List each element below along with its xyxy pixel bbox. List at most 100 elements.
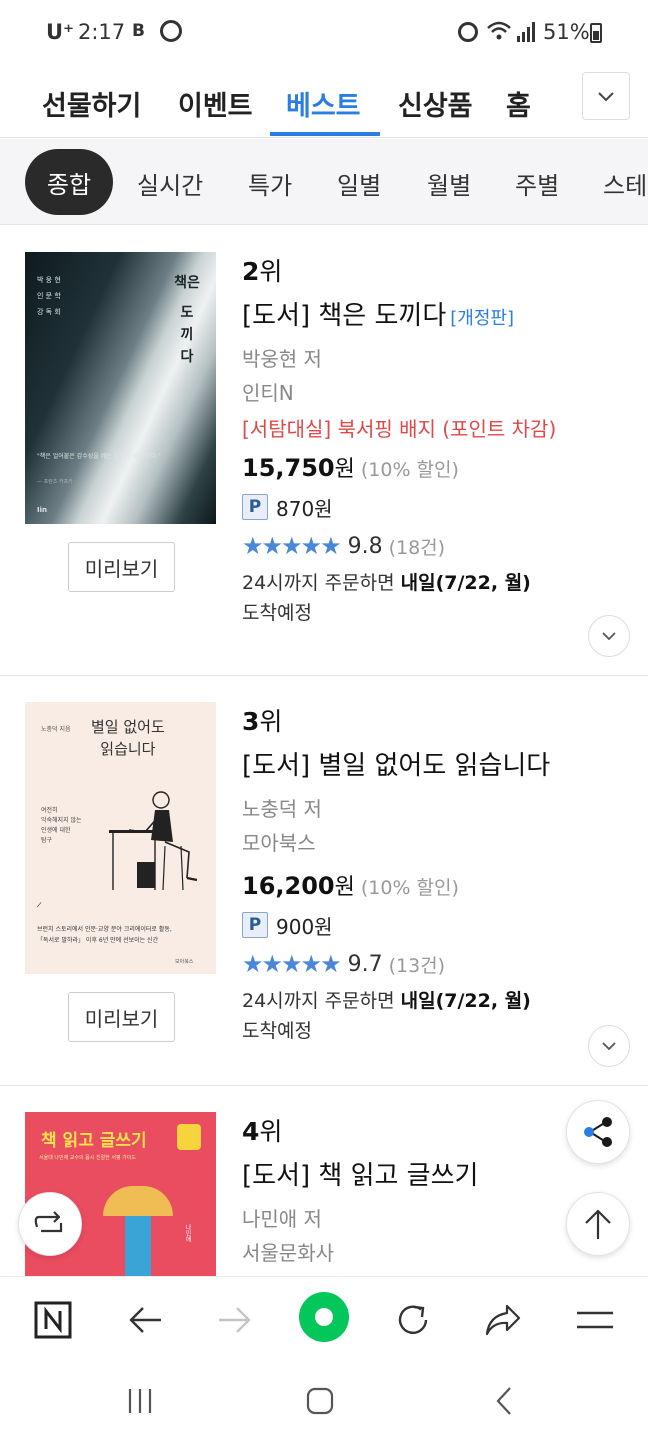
book-cover[interactable]: 박 웅 현 인 문 학 강 독 회 책은 도 끼 다 "책은 얼어붙은 감수성을…	[25, 252, 216, 524]
review-count: (18건)	[388, 536, 446, 559]
cover-title-3: 끼	[180, 327, 194, 343]
rank-number: 4	[242, 1117, 260, 1146]
cover-quote-source: — 프란츠 카프카	[37, 479, 73, 485]
tab-best[interactable]: 베스트	[286, 84, 361, 123]
promo-badge: [서탐대실] 북서핑 배지 (포인트 차감)	[242, 417, 557, 441]
cover-author-1: 박 웅 현	[37, 276, 61, 284]
alarm-icon	[458, 22, 478, 42]
share-button[interactable]	[566, 1100, 630, 1164]
rating-row[interactable]: ★★★★★ 9.7 (13건)	[242, 944, 632, 984]
reading-man-illustration	[109, 791, 198, 891]
swap-button[interactable]	[18, 1192, 82, 1256]
book-title-row[interactable]: [도서] 책 읽고 글쓰기	[242, 1156, 632, 1196]
book-title[interactable]: [도서] 책은 도끼다	[242, 301, 446, 331]
browser-toolbar	[0, 1276, 648, 1360]
subtab-overall[interactable]: 종합	[25, 149, 113, 215]
home-icon	[306, 1387, 334, 1415]
cover-logo-mark: ⟋	[37, 902, 42, 909]
share-icon	[584, 1117, 612, 1147]
preview-button[interactable]: 미리보기	[68, 992, 175, 1042]
naver-n-icon	[34, 1301, 72, 1339]
rank-number: 2	[242, 257, 260, 286]
price-row: 15,750원 (10% 할인)	[242, 448, 632, 488]
discount-label: (10% 할인)	[360, 459, 459, 481]
book-publisher[interactable]: 모아북스	[242, 826, 632, 860]
reload-icon	[398, 1305, 428, 1334]
delivery-date: 내일(7/22, 월)	[400, 572, 531, 594]
b-app-icon: B	[132, 21, 145, 41]
system-back-button[interactable]	[484, 1384, 524, 1418]
umbrella-illustration	[103, 1186, 173, 1216]
cover-author-2: 인 문 학	[37, 292, 61, 300]
tab-event[interactable]: 이벤트	[178, 84, 253, 123]
cover-title-4: 다	[180, 349, 194, 365]
book-author[interactable]: 박웅현 저	[242, 342, 632, 376]
recent-apps-button[interactable]	[120, 1384, 160, 1418]
point-row: P 900원	[242, 906, 632, 944]
back-button[interactable]	[122, 1297, 168, 1343]
category-more-button[interactable]	[582, 72, 630, 120]
subtab-special[interactable]: 특가	[248, 166, 292, 201]
subtab-daily[interactable]: 일별	[337, 166, 381, 201]
cover-sub-2: 익숙해지지 않는	[41, 817, 82, 824]
book-cover[interactable]: 노충덕 지음 별일 없어도 읽습니다 여전히 익숙해지지 않는 인생에 대한 탐…	[25, 702, 216, 974]
ranking-sub-tabs: 종합 실시간 특가 일별 월별 주별 스테	[0, 139, 648, 225]
menu-button[interactable]	[572, 1297, 618, 1343]
tab-new[interactable]: 신상품	[398, 84, 473, 123]
book-title-row[interactable]: [도서] 별일 없어도 읽습니다	[242, 746, 632, 786]
rating-score: 9.7	[347, 951, 383, 977]
price-unit: 원	[334, 875, 355, 900]
rating-row[interactable]: ★★★★★ 9.8 (18건)	[242, 526, 632, 566]
book-title[interactable]: [도서] 책 읽고 글쓰기	[242, 1161, 478, 1191]
star-rating-icon: ★★★★★	[242, 532, 342, 560]
edition-tag: [개정판]	[450, 308, 514, 329]
forward-button[interactable]	[212, 1297, 258, 1343]
cover-blurb-1: 브런치 스토리에서 인문·교양 분야 크리에이터로 활동,	[37, 926, 172, 933]
cover-title-1: 책은	[174, 275, 200, 291]
share-page-button[interactable]	[480, 1297, 526, 1343]
book-author[interactable]: 노충덕 저	[242, 792, 632, 826]
reload-button[interactable]	[390, 1297, 436, 1343]
preview-button[interactable]: 미리보기	[68, 542, 175, 592]
book-publisher[interactable]: 인티N	[242, 376, 632, 410]
subtab-steady[interactable]: 스테	[603, 166, 647, 201]
cover-subtitle: 서울대 나민애 교수의 몹시 친절한 서평 가이드	[39, 1155, 136, 1161]
discount-label: (10% 할인)	[360, 877, 459, 899]
naver-home-button[interactable]	[30, 1297, 76, 1343]
tab-gift[interactable]: 선물하기	[42, 84, 141, 123]
book-title[interactable]: [도서] 별일 없어도 읽습니다	[242, 751, 550, 781]
review-count: (13건)	[388, 954, 446, 977]
expand-button[interactable]	[588, 615, 630, 657]
figure-illustration	[125, 1216, 151, 1276]
menu-icon	[577, 1311, 613, 1329]
subtab-realtime[interactable]: 실시간	[137, 166, 203, 201]
tab-home[interactable]: 홈	[506, 84, 531, 123]
delivery-date: 내일(7/22, 월)	[400, 990, 531, 1012]
category-tabs: 선물하기 이벤트 베스트 신상품 홈	[0, 66, 648, 138]
cover-publisher-logo: Iin	[37, 506, 47, 514]
point-value: 870원	[276, 496, 333, 521]
subtab-weekly[interactable]: 주별	[515, 166, 559, 201]
cover-quote: "책은 얼어붙은 감수성을 깨는 도끼가 돼야 한다."	[37, 453, 161, 460]
price-unit: 원	[334, 457, 355, 482]
scroll-top-button[interactable]	[566, 1192, 630, 1256]
cover-publisher: 모아북스	[175, 959, 194, 965]
swap-icon	[34, 1211, 63, 1233]
subtab-monthly[interactable]: 월별	[427, 166, 471, 201]
cover-title-line2: 읽습니다	[100, 740, 156, 758]
wifi-icon	[487, 21, 511, 40]
cover-title-line1: 별일 없어도	[91, 718, 165, 736]
reader-illustration	[177, 1124, 201, 1150]
rank-label: 3위	[242, 704, 632, 740]
delivery-prefix: 24시까지 주문하면	[242, 990, 395, 1012]
rank-label: 2위	[242, 254, 632, 290]
naver-green-button[interactable]	[298, 1291, 350, 1343]
home-button[interactable]	[300, 1384, 340, 1418]
cover-author-3: 강 독 회	[37, 308, 61, 316]
expand-button[interactable]	[588, 1025, 630, 1067]
delivery-suffix: 도착예정	[242, 1020, 312, 1042]
delivery-suffix: 도착예정	[242, 602, 312, 624]
point-icon: P	[242, 912, 268, 938]
book-title-row[interactable]: [도서] 책은 도끼다 [개정판]	[242, 296, 632, 336]
cover-sub-4: 탐구	[41, 837, 53, 844]
